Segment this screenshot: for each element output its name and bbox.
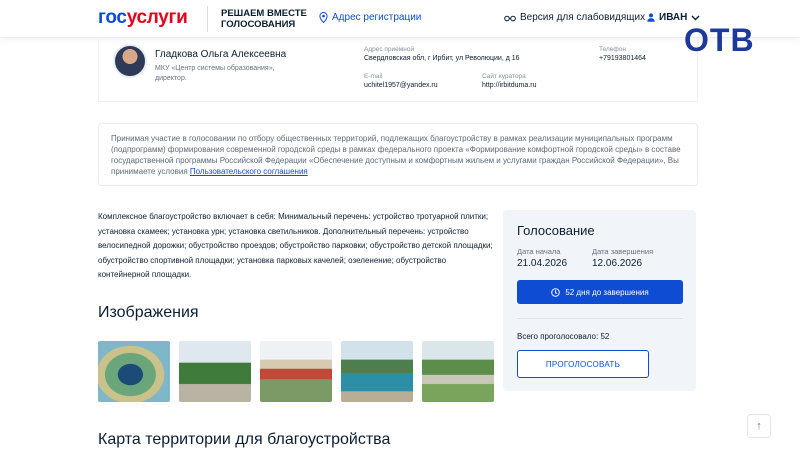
end-date-value: 12.06.2026 [592, 258, 643, 269]
user-icon [647, 13, 655, 22]
end-date-label: Дата завершения [592, 247, 654, 256]
glasses-icon [504, 15, 516, 21]
start-date-value: 21.04.2026 [517, 258, 568, 269]
image-gallery [98, 341, 494, 402]
address-label: Адрес приемной [364, 46, 415, 53]
logo-divider [207, 6, 208, 32]
chevron-down-icon [691, 15, 700, 20]
logo-part-gos: гос [98, 7, 127, 28]
location-pin-icon [319, 12, 328, 23]
logo-part-uslugi: услуги [126, 7, 188, 28]
address-link-label: Адрес регистрации [332, 12, 422, 23]
voting-title: Голосование [517, 223, 595, 238]
curator-organization: МКУ «Центр системы образования», директо… [155, 65, 275, 82]
vote-button[interactable]: ПРОГОЛОСОВАТЬ [517, 350, 649, 378]
gallery-image-4[interactable] [341, 341, 413, 402]
curator-site-label: Сайт куратора [482, 73, 526, 80]
email-label: E-mail [364, 73, 383, 80]
gallery-image-2[interactable] [179, 341, 251, 402]
top-header: госуслуги РЕШАЕМ ВМЕСТЕ ГОЛОСОВАНИЯ Адре… [0, 0, 800, 38]
gosuslugi-logo[interactable]: госуслуги [98, 7, 188, 29]
phone-value[interactable]: +79193801464 [599, 55, 646, 62]
low-vision-label: Версия для слабовидящих [520, 12, 646, 23]
avatar [113, 44, 147, 78]
total-votes: Всего проголосовало: 52 [517, 332, 610, 341]
clock-icon [551, 287, 561, 297]
curator-name: Гладкова Ольга Алексеевна [155, 49, 287, 60]
low-vision-link[interactable]: Версия для слабовидящих [504, 12, 645, 23]
images-heading: Изображения [98, 304, 199, 321]
curator-site-value[interactable]: http://irbitduma.ru [482, 82, 536, 89]
voting-panel: Голосование Дата начала 21.04.2026 Дата … [503, 210, 696, 391]
project-tagline[interactable]: РЕШАЕМ ВМЕСТЕ ГОЛОСОВАНИЯ [221, 8, 311, 30]
deadline-text: 52 дня до завершения [565, 287, 649, 297]
agreement-notice: Принимая участие в голосовании по отбору… [98, 123, 698, 186]
start-date-label: Дата начала [517, 247, 561, 256]
address-value: Свердловская обл, г Ирбит, ул Революции,… [364, 55, 520, 62]
phone-label: Телефон [599, 46, 626, 53]
map-heading: Карта территории для благоустройства [98, 431, 391, 448]
scroll-to-top-button[interactable]: ↑ [747, 414, 771, 438]
gallery-image-1[interactable] [98, 341, 170, 402]
gallery-image-5[interactable] [422, 341, 494, 402]
email-value[interactable]: uchitel1957@yandex.ru [364, 82, 438, 89]
voting-divider [517, 318, 683, 319]
gallery-image-3[interactable] [260, 341, 332, 402]
curator-card: Гладкова Ольга Алексеевна МКУ «Центр сис… [98, 38, 698, 102]
user-agreement-link[interactable]: Пользовательского соглашения [190, 167, 308, 176]
address-link[interactable]: Адрес регистрации [319, 12, 421, 23]
otv-watermark-logo: ОТВ [684, 22, 755, 58]
deadline-badge: 52 дня до завершения [517, 280, 683, 304]
project-description: Комплексное благоустройство включает в с… [98, 212, 493, 280]
